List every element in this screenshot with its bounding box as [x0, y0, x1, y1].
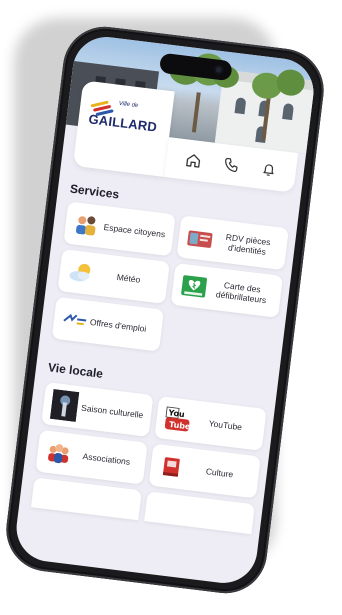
home-icon[interactable]	[179, 147, 208, 174]
defibrillator-icon	[180, 273, 209, 300]
stage-icon	[49, 389, 80, 422]
tile-meteo[interactable]: Météo	[57, 249, 170, 304]
tile-label: Culture	[205, 466, 234, 480]
youtube-icon: You Tube	[163, 406, 192, 433]
tile-label: Carte des défibrillateurs	[215, 280, 267, 306]
tile-carte-defibrillateurs[interactable]: Carte des défibrillateurs	[170, 262, 284, 318]
logo-name: GAILLARD	[87, 111, 158, 135]
phone-icon[interactable]	[217, 151, 246, 178]
tile-label: Saison culturelle	[80, 402, 144, 421]
bell-icon[interactable]	[255, 156, 284, 183]
camera-icon	[213, 64, 225, 76]
tile-label: YouTube	[208, 418, 243, 433]
tile-saison-culturelle[interactable]: Saison culturelle	[41, 382, 154, 437]
section-title-vie-locale: Vie locale	[47, 360, 104, 381]
family-icon	[72, 211, 101, 238]
city-logo: Ville de GAILLARD	[72, 80, 175, 177]
weather-icon	[67, 259, 96, 286]
logo-prefix: Ville de	[118, 100, 139, 110]
tile-offres-emploi[interactable]: Offres d'emploi	[51, 296, 165, 352]
tile-espace-citoyens[interactable]: Espace citoyens	[63, 201, 176, 257]
id-card-icon	[186, 225, 215, 252]
section-title-services: Services	[69, 181, 120, 202]
book-icon	[158, 454, 187, 481]
svg-text:Tube: Tube	[169, 420, 192, 432]
tile-youtube[interactable]: You Tube YouTube	[154, 395, 267, 451]
tile-next-row-left[interactable]	[30, 477, 142, 521]
tile-next-row-right[interactable]	[144, 491, 255, 535]
tile-label: Météo	[116, 271, 141, 285]
tile-label: Offres d'emploi	[89, 316, 147, 334]
tile-rdv-pieces-identites[interactable]: RDV pièces d'identités	[176, 215, 289, 271]
people-icon	[44, 440, 73, 467]
tile-label: RDV pièces d'identités	[225, 231, 272, 257]
jobs-logo-icon	[61, 307, 90, 334]
tile-culture[interactable]: Culture	[148, 443, 261, 499]
app-screen: Ville de GAILLARD Services Espace citoye…	[12, 33, 318, 587]
tile-label: Espace citoyens	[103, 221, 166, 240]
tile-label: Associations	[82, 451, 131, 467]
tile-associations[interactable]: Associations	[35, 429, 148, 485]
